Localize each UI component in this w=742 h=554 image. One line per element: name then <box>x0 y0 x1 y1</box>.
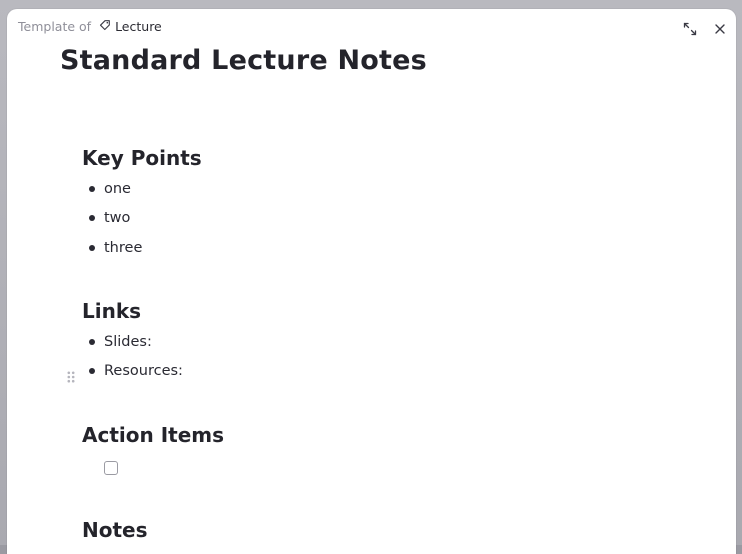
tag-icon <box>99 19 115 34</box>
action-item-checkbox[interactable] <box>104 461 118 475</box>
heading-links[interactable]: Links <box>82 299 141 323</box>
page-title[interactable]: Standard Lecture Notes <box>60 45 427 76</box>
list-item-text: three <box>104 240 143 256</box>
bullet-icon <box>89 245 95 251</box>
expand-icon[interactable] <box>682 21 698 37</box>
modal-topbar: Template of Lecture <box>7 9 736 43</box>
bullet-icon <box>89 368 95 374</box>
heading-action-items[interactable]: Action Items <box>82 423 224 447</box>
breadcrumb: Template of Lecture <box>18 19 162 34</box>
list-item[interactable]: Resources: <box>89 363 183 379</box>
list-item-text: two <box>104 210 131 226</box>
breadcrumb-prefix: Template of <box>18 19 92 34</box>
close-icon[interactable] <box>712 21 728 37</box>
list-item[interactable]: two <box>89 210 130 226</box>
tag-label: Lecture <box>115 19 162 34</box>
tag-link-lecture[interactable]: Lecture <box>99 19 162 34</box>
drag-handle-icon[interactable] <box>67 368 75 383</box>
list-item-text: one <box>104 181 131 197</box>
modal-actions <box>682 21 728 37</box>
bullet-icon <box>89 186 95 192</box>
template-modal: Template of Lecture Standard Lecture Not… <box>7 9 736 554</box>
heading-key-points[interactable]: Key Points <box>82 146 202 170</box>
list-item-text: Slides: <box>104 334 152 350</box>
list-item[interactable]: one <box>89 181 131 197</box>
heading-notes[interactable]: Notes <box>82 518 148 542</box>
list-item[interactable]: Slides: <box>89 334 152 350</box>
bullet-icon <box>89 339 95 345</box>
list-item-text: Resources: <box>104 363 183 379</box>
bullet-icon <box>89 215 95 221</box>
list-item[interactable]: three <box>89 240 142 256</box>
